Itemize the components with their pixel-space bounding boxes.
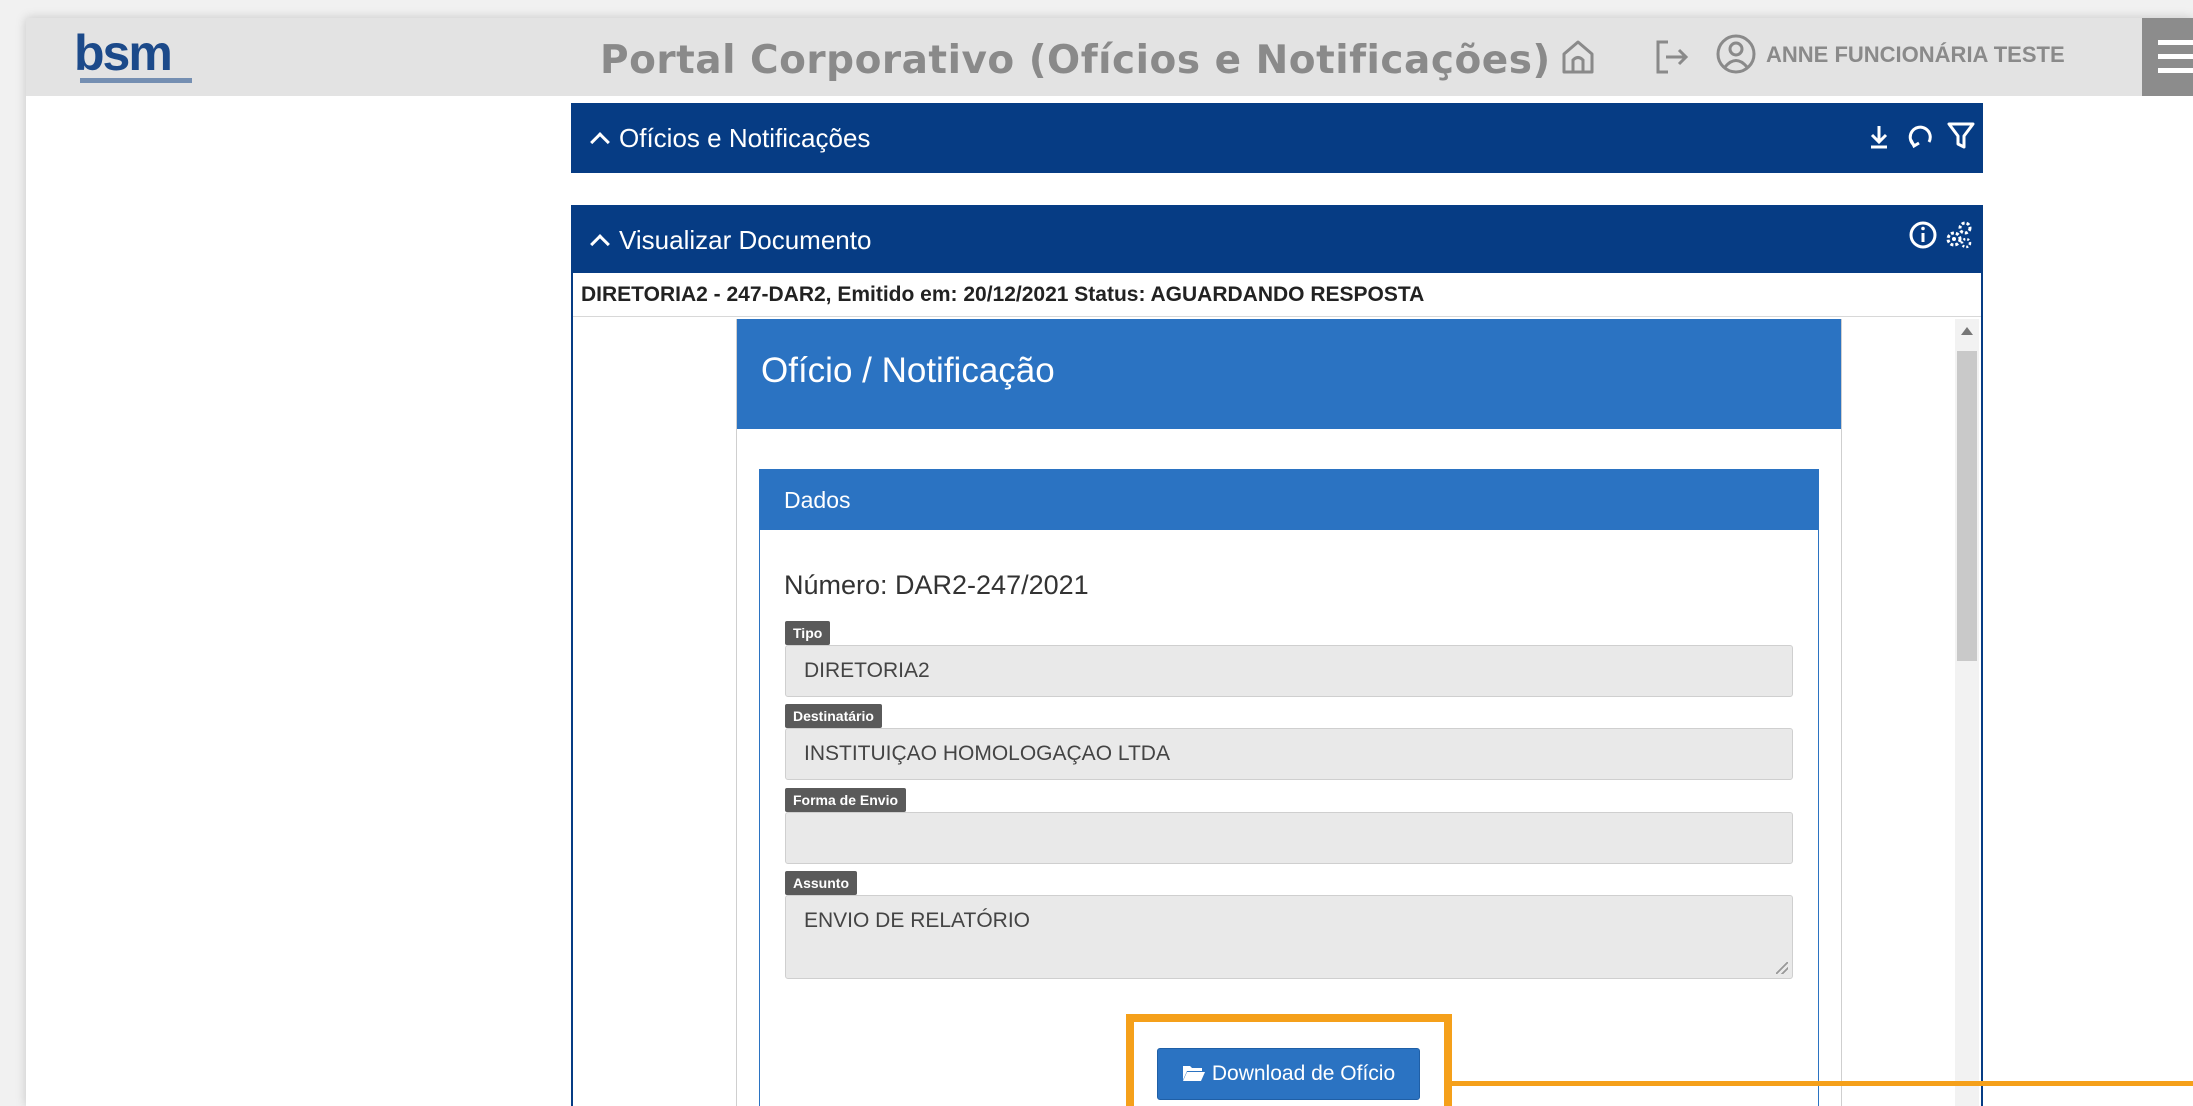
panel-oficios-title[interactable]: Ofícios e Notificações [590,123,871,154]
forma-envio-label: Forma de Envio [785,788,907,812]
panel-visualizar-label: Visualizar Documento [619,225,872,255]
top-bar: bsm Portal Corporativo (Ofícios e Notifi… [26,18,2193,96]
user-icon[interactable] [1714,32,1758,76]
dados-header: Dados [760,470,1818,530]
home-icon[interactable] [1556,34,1600,78]
chevron-up-icon [590,132,610,152]
logo-tagline [80,78,192,83]
assunto-label: Assunto [785,871,857,895]
settings-icon[interactable] [1943,219,1975,251]
bsm-logo[interactable]: bsm [74,28,204,86]
menu-icon[interactable] [2142,18,2193,96]
oficio-card-header: Ofício / Notificação [737,319,1841,429]
assunto-value: ENVIO DE RELATÓRIO [804,909,1030,932]
document-scrollbar[interactable] [1955,319,1979,1106]
user-name[interactable]: ANNE FUNCIONÁRIA TESTE [1766,42,2065,68]
scrollbar-thumb[interactable] [1957,351,1977,661]
destinatario-label: Destinatário [785,704,882,728]
download-oficio-button[interactable]: Download de Ofício [1157,1048,1420,1100]
dados-section: Dados Número: DAR2-247/2021 Tipo DIRETOR… [759,469,1819,1106]
panel-visualizar-header[interactable]: Visualizar Documento [571,205,1983,273]
resize-handle-icon[interactable] [1776,962,1788,974]
tipo-label: Tipo [785,621,831,645]
info-icon[interactable] [1907,219,1939,251]
numero-value: Número: DAR2-247/2021 [784,570,1089,600]
oficio-card: Ofício / Notificação Dados Número: DAR2-… [736,319,1842,1106]
destinatario-field[interactable]: INSTITUIÇAO HOMOLOGAÇAO LTDA [785,728,1793,780]
panel-visualizar-title[interactable]: Visualizar Documento [590,225,872,256]
dados-title: Dados [784,487,851,513]
app-title: Portal Corporativo (Ofícios e Notificaçõ… [600,38,1551,83]
document-viewer: DIRETORIA2 - 247-DAR2, Emitido em: 20/12… [571,273,1983,1106]
logo-text: bsm [74,25,173,81]
app-window: bsm Portal Corporativo (Ofícios e Notifi… [26,18,2193,1106]
forma-envio-field[interactable] [785,812,1793,864]
download-icon[interactable] [1863,121,1895,153]
document-meta: DIRETORIA2 - 247-DAR2, Emitido em: 20/12… [573,273,1981,317]
scroll-up-arrow-icon[interactable] [1961,327,1973,335]
panel-oficios-label: Ofícios e Notificações [619,123,871,153]
chevron-up-icon [590,234,610,254]
tipo-field[interactable]: DIRETORIA2 [785,645,1793,697]
highlight-connector-line [1452,1081,2193,1086]
logout-icon[interactable] [1650,34,1694,78]
panel-oficios-header[interactable]: Ofícios e Notificações [571,103,1983,173]
assunto-field[interactable]: ENVIO DE RELATÓRIO [785,895,1793,979]
oficio-card-title: Ofício / Notificação [761,351,1055,390]
folder-open-icon [1182,1066,1205,1081]
refresh-icon[interactable] [1905,121,1937,153]
download-oficio-label: Download de Ofício [1211,1062,1396,1085]
filter-icon[interactable] [1945,119,1977,151]
